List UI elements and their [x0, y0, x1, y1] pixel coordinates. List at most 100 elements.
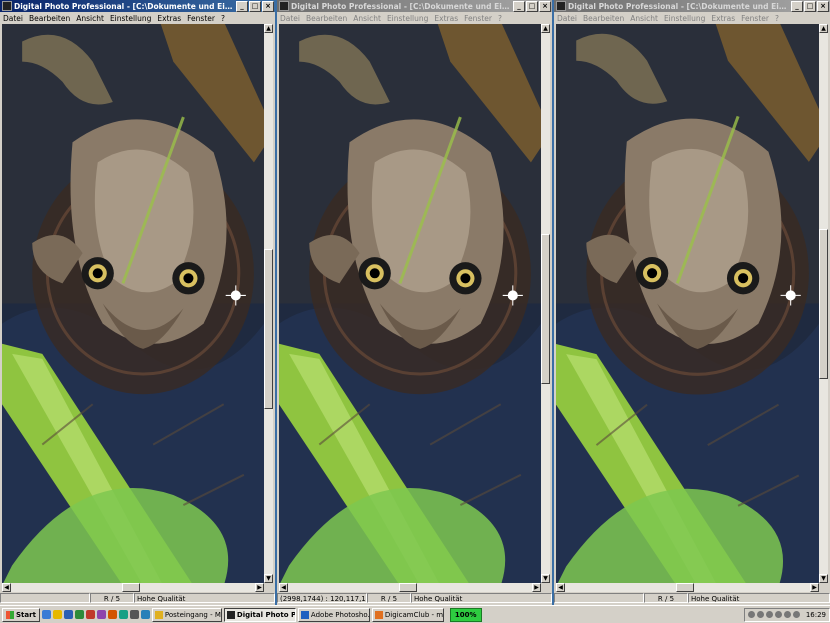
menu-einstellung[interactable]: Einstellung: [664, 14, 705, 23]
horizontal-scrollbar[interactable]: ◀ ▶: [2, 583, 264, 592]
tray-icon[interactable]: [792, 611, 800, 618]
close-button[interactable]: ×: [817, 0, 829, 12]
menu-help[interactable]: ?: [775, 14, 779, 23]
scroll-up-button[interactable]: ▲: [819, 24, 828, 33]
scroll-right-button[interactable]: ▶: [810, 583, 819, 592]
vertical-scrollbar[interactable]: ▲ ▼: [264, 24, 273, 583]
scroll-left-button[interactable]: ◀: [2, 583, 11, 592]
vertical-scrollbar[interactable]: ▲ ▼: [819, 24, 828, 583]
menu-extras[interactable]: Extras: [434, 14, 458, 23]
scroll-down-button[interactable]: ▼: [819, 574, 828, 583]
window-title: Digital Photo Professional - [C:\Dokumen…: [14, 1, 236, 11]
horizontal-scrollbar[interactable]: ◀ ▶: [556, 583, 819, 592]
minimize-button[interactable]: _: [513, 0, 525, 12]
photo-view[interactable]: [279, 24, 541, 583]
statusbar: (2998,1744) : 120,117,112 R / 5 Hohe Qua…: [277, 593, 552, 605]
dpp-window-3[interactable]: Digital Photo Professional - [C:\Dokumen…: [554, 0, 830, 605]
scroll-right-button[interactable]: ▶: [532, 583, 541, 592]
tray-icon[interactable]: [756, 611, 764, 618]
scroll-down-button[interactable]: ▼: [541, 574, 550, 583]
quicklaunch-excel-icon[interactable]: [74, 610, 84, 619]
menu-datei[interactable]: Datei: [557, 14, 577, 23]
quicklaunch-app-icon[interactable]: [129, 610, 139, 619]
quicklaunch-app-icon[interactable]: [85, 610, 95, 619]
menu-ansicht[interactable]: Ansicht: [630, 14, 658, 23]
menu-datei[interactable]: Datei: [280, 14, 300, 23]
maximize-button[interactable]: □: [804, 0, 816, 12]
vertical-scrollbar[interactable]: ▲ ▼: [541, 24, 550, 583]
photo-view[interactable]: [556, 24, 819, 583]
status-rating: R / 5: [90, 593, 134, 603]
window-titlebar[interactable]: Digital Photo Professional - [C:\Dokumen…: [0, 0, 275, 12]
scroll-right-button[interactable]: ▶: [255, 583, 264, 592]
start-button[interactable]: Start: [2, 607, 40, 622]
status-coordinates: [0, 593, 90, 603]
app-icon: [2, 1, 12, 11]
scroll-up-button[interactable]: ▲: [541, 24, 550, 33]
hscroll-thumb[interactable]: [122, 583, 140, 592]
menu-einstellung[interactable]: Einstellung: [387, 14, 428, 23]
task-photoshop[interactable]: Adobe Photosho...: [297, 607, 370, 622]
task-label: Posteingang - Mi...: [164, 610, 221, 619]
scroll-thumb[interactable]: [541, 234, 550, 384]
menu-fenster[interactable]: Fenster: [741, 14, 769, 23]
scroll-down-button[interactable]: ▼: [264, 574, 273, 583]
tray-icon[interactable]: [783, 611, 791, 618]
scroll-up-button[interactable]: ▲: [264, 24, 273, 33]
quicklaunch-folder-icon[interactable]: [52, 610, 62, 619]
quicklaunch-browser-icon[interactable]: [41, 610, 51, 619]
maximize-button[interactable]: □: [249, 0, 261, 12]
camera-icon: [226, 610, 235, 619]
quicklaunch-app-icon[interactable]: [107, 610, 117, 619]
quicklaunch-word-icon[interactable]: [63, 610, 73, 619]
maximize-button[interactable]: □: [526, 0, 538, 12]
hscroll-thumb[interactable]: [676, 583, 694, 592]
menu-fenster[interactable]: Fenster: [187, 14, 215, 23]
close-button[interactable]: ×: [539, 0, 551, 12]
battery-indicator[interactable]: 100%: [449, 607, 482, 622]
photo-view[interactable]: [2, 24, 264, 583]
menu-ansicht[interactable]: Ansicht: [353, 14, 381, 23]
task-digital-photo-professional[interactable]: Digital Photo P...: [223, 607, 296, 622]
scroll-left-button[interactable]: ◀: [556, 583, 565, 592]
window-titlebar[interactable]: Digital Photo Professional - [C:\Dokumen…: [277, 0, 552, 12]
minimize-button[interactable]: _: [791, 0, 803, 12]
scroll-thumb[interactable]: [819, 229, 828, 379]
close-button[interactable]: ×: [262, 0, 274, 12]
status-quality: Hohe Qualität: [411, 593, 552, 603]
statusbar: R / 5 Hohe Qualität: [554, 593, 830, 605]
hscroll-thumb[interactable]: [399, 583, 417, 592]
envelope-icon: [154, 610, 163, 619]
window-titlebar[interactable]: Digital Photo Professional - [C:\Dokumen…: [554, 0, 830, 12]
dpp-window-2[interactable]: Digital Photo Professional - [C:\Dokumen…: [277, 0, 552, 605]
task-posteingang[interactable]: Posteingang - Mi...: [151, 607, 222, 622]
menu-fenster[interactable]: Fenster: [464, 14, 492, 23]
scroll-left-button[interactable]: ◀: [279, 583, 288, 592]
scroll-thumb[interactable]: [264, 249, 273, 409]
task-digicamclub[interactable]: DigicamClub - me...: [371, 607, 444, 622]
menu-help[interactable]: ?: [498, 14, 502, 23]
menu-help[interactable]: ?: [221, 14, 225, 23]
quicklaunch-app-icon[interactable]: [118, 610, 128, 619]
horizontal-scrollbar[interactable]: ◀ ▶: [279, 583, 541, 592]
menu-einstellung[interactable]: Einstellung: [110, 14, 151, 23]
task-label: Adobe Photosho...: [310, 610, 370, 619]
tray-icon[interactable]: [747, 611, 755, 618]
menu-bearbeiten[interactable]: Bearbeiten: [29, 14, 70, 23]
tray-icon[interactable]: [765, 611, 773, 618]
menu-extras[interactable]: Extras: [711, 14, 735, 23]
clock[interactable]: 16:29: [806, 611, 826, 619]
window-title: Digital Photo Professional - [C:\Dokumen…: [568, 1, 791, 11]
menu-datei[interactable]: Datei: [3, 14, 23, 23]
quicklaunch-app-icon[interactable]: [140, 610, 150, 619]
dpp-window-1[interactable]: Digital Photo Professional - [C:\Dokumen…: [0, 0, 275, 605]
tray-icon[interactable]: [774, 611, 782, 618]
menu-extras[interactable]: Extras: [157, 14, 181, 23]
minimize-button[interactable]: _: [236, 0, 248, 12]
quicklaunch-app-icon[interactable]: [96, 610, 106, 619]
menu-ansicht[interactable]: Ansicht: [76, 14, 104, 23]
app-icon: [556, 1, 566, 11]
menu-bearbeiten[interactable]: Bearbeiten: [306, 14, 347, 23]
menu-bearbeiten[interactable]: Bearbeiten: [583, 14, 624, 23]
status-coordinates: [554, 593, 644, 603]
